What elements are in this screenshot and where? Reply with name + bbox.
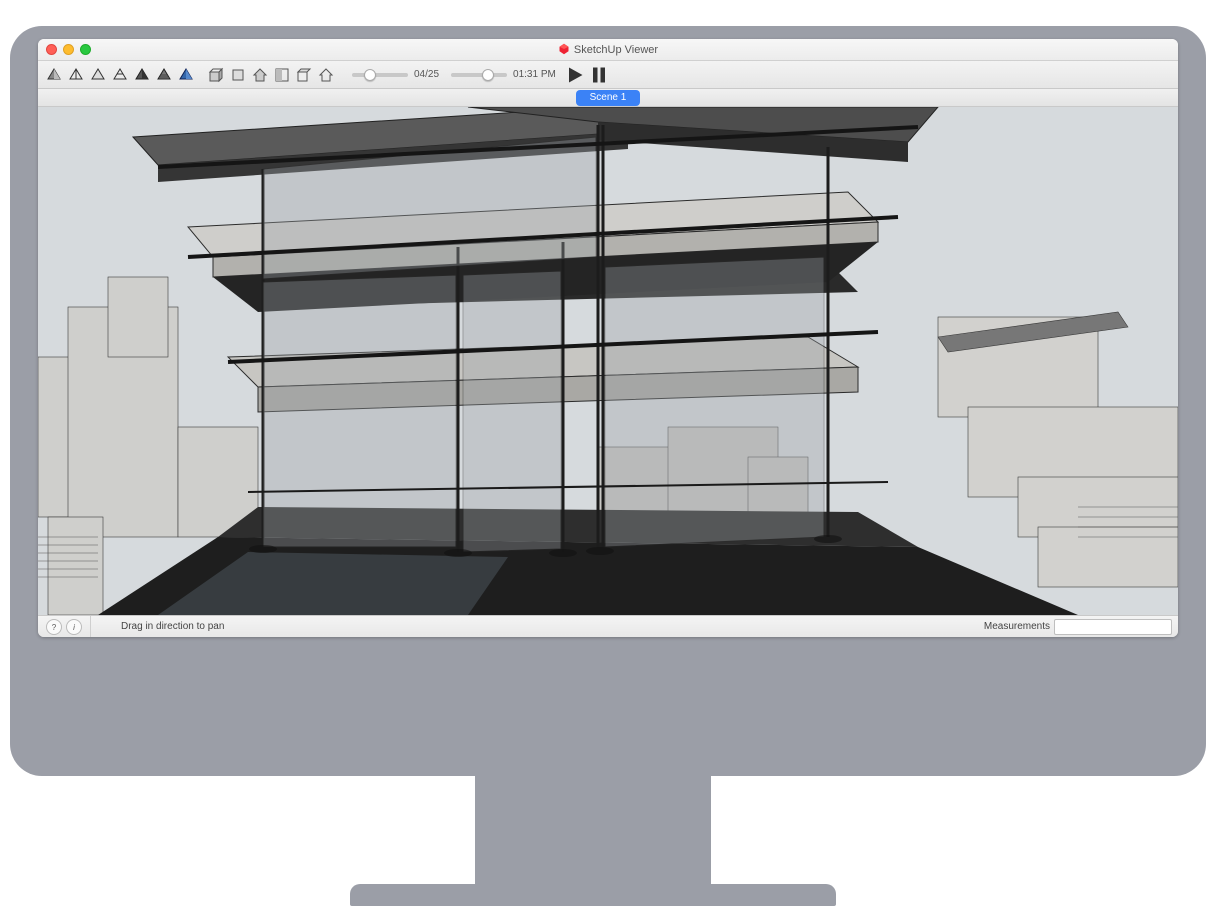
toolbar: 04/25 01:31 PM [38,61,1178,89]
view-zoom-extents-button[interactable] [316,65,336,85]
status-hint: Drag in direction to pan [91,621,224,632]
date-slider-label: 04/25 [414,69,439,80]
view-iso-button[interactable] [206,65,226,85]
style-hidden-line-button[interactable] [66,65,86,85]
view-section-button[interactable] [272,65,292,85]
scene-tab-active[interactable]: Scene 1 [576,90,641,106]
maximize-button[interactable] [80,44,91,55]
time-slider-label: 01:31 PM [513,69,556,80]
measurements-label: Measurements [984,621,1050,632]
status-icons: ? i [38,616,91,637]
style-shaded-button[interactable] [44,65,64,85]
close-button[interactable] [46,44,57,55]
view-top-button[interactable] [228,65,248,85]
titlebar: SketchUp Viewer [38,39,1178,61]
style-textured-button[interactable] [154,65,174,85]
style-monochrome-button[interactable] [88,65,108,85]
view-perspective-button[interactable] [294,65,314,85]
pause-button[interactable] [590,66,608,84]
style-wireframe-button[interactable] [110,65,130,85]
monitor-stand-neck [475,770,711,890]
svg-text:?: ? [52,623,57,632]
help-icon[interactable]: ? [46,619,62,635]
style-back-edges-button[interactable] [176,65,196,85]
app-window: SketchUp Viewer 04/25 01:31 PM [38,39,1178,637]
measurements-field[interactable] [1054,619,1172,635]
time-slider[interactable] [451,73,507,77]
measurements-group: Measurements [984,619,1178,635]
monitor-stand-base [350,884,836,906]
view-home-button[interactable] [250,65,270,85]
info-icon[interactable]: i [66,619,82,635]
window-title: SketchUp Viewer [574,44,658,56]
window-controls [46,44,91,55]
date-slider-group: 04/25 [352,69,443,80]
style-xray-button[interactable] [132,65,152,85]
time-slider-group: 01:31 PM [451,69,560,80]
svg-text:i: i [73,623,75,632]
app-icon [558,41,570,53]
play-button[interactable] [566,66,584,84]
viewport-3d[interactable] [38,107,1178,615]
scene-tab-row: Scene 1 [38,89,1178,107]
date-slider[interactable] [352,73,408,77]
statusbar: ? i Drag in direction to pan Measurement… [38,615,1178,637]
minimize-button[interactable] [63,44,74,55]
